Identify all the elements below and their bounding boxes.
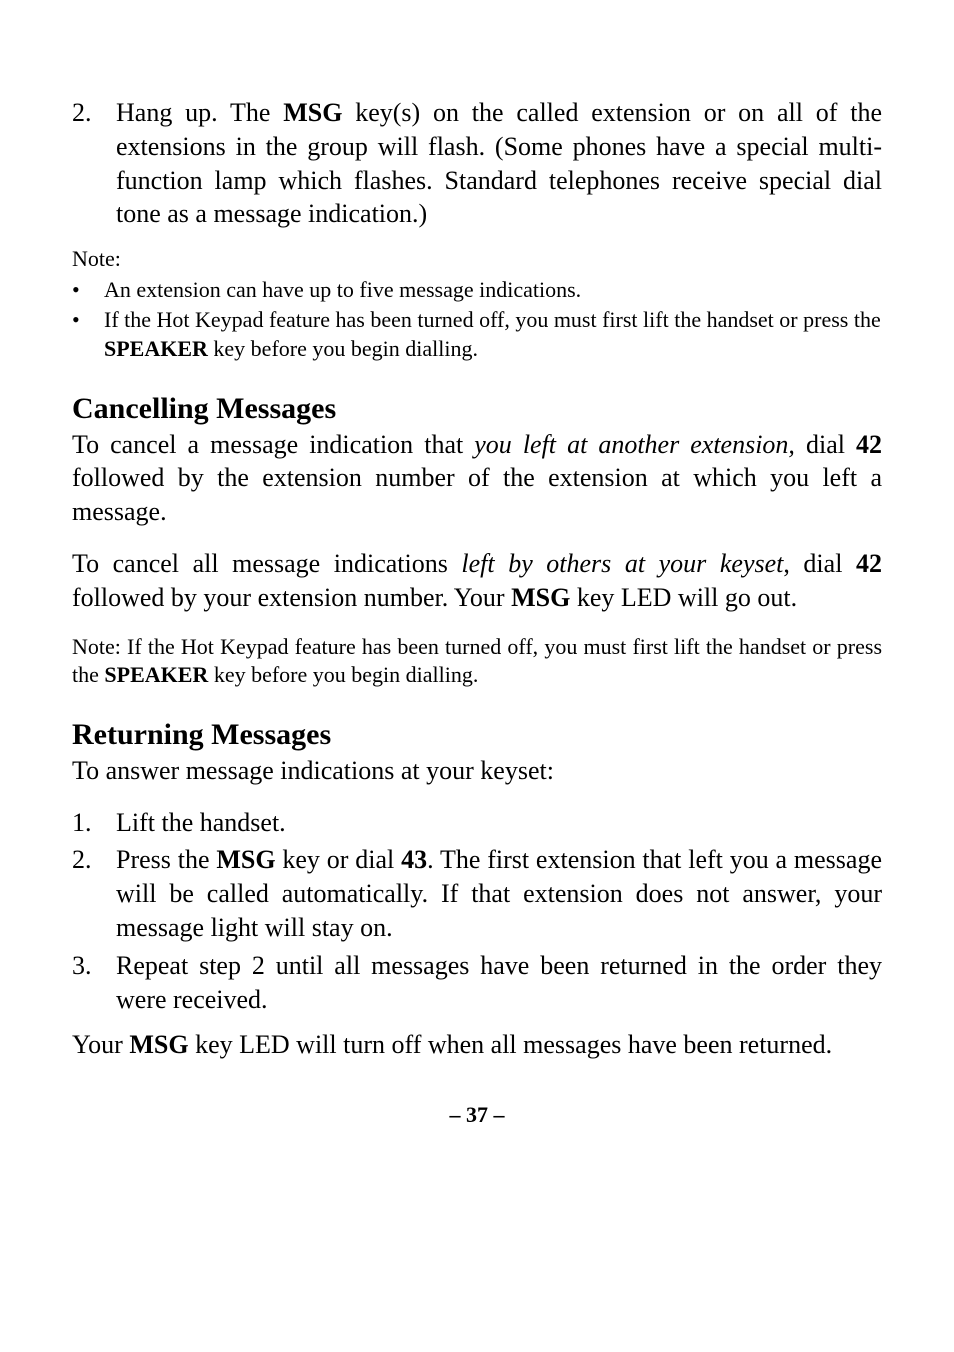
text: key xyxy=(570,583,621,612)
heading-returning-messages: Returning Messages xyxy=(72,718,882,752)
dial-code: 43 xyxy=(401,845,427,874)
text: will go out. xyxy=(671,583,797,612)
text: followed by the extension number of the … xyxy=(72,463,882,526)
paragraph: Your MSG key LED will turn off when all … xyxy=(72,1028,882,1062)
list-body: Repeat step 2 until all messages have be… xyxy=(116,949,882,1017)
bullet-icon: • xyxy=(72,306,104,363)
list-body: Hang up. The MSG key(s) on the called ex… xyxy=(116,96,882,231)
speaker-key-label: SPEAKER xyxy=(104,662,208,687)
paragraph: To cancel all message indications left b… xyxy=(72,547,882,615)
text: If the Hot Keypad feature has been turne… xyxy=(104,307,881,332)
intro-paragraph: To answer message indications at your ke… xyxy=(72,754,882,788)
list-number: 2. xyxy=(72,843,116,944)
speaker-key-label: SPEAKER xyxy=(104,336,208,361)
msg-key-label: MSG xyxy=(283,98,342,127)
note-paragraph: Note: If the Hot Keypad feature has been… xyxy=(72,633,882,690)
list-body: Press the MSG key or dial 43. The first … xyxy=(116,843,882,944)
text: dial xyxy=(795,430,856,459)
bullet-icon: • xyxy=(72,276,104,305)
list-item-step-2: 2. Press the MSG key or dial 43. The fir… xyxy=(72,843,882,944)
note-bullet-2: • If the Hot Keypad feature has been tur… xyxy=(72,306,882,363)
list-body: Lift the handset. xyxy=(116,806,882,840)
text: key or dial xyxy=(276,845,402,874)
dial-code: 42 xyxy=(856,430,882,459)
text: will turn off when all messages have bee… xyxy=(290,1030,832,1059)
list-number: 1. xyxy=(72,806,116,840)
list-number: 2. xyxy=(72,96,116,231)
text: To cancel all message indications xyxy=(72,549,461,578)
note-label: Note: xyxy=(72,245,882,274)
list-item-step-1: 1. Lift the handset. xyxy=(72,806,882,840)
italic-text: you left at another extension, xyxy=(474,430,795,459)
text: Hang up. The xyxy=(116,98,283,127)
text: , dial xyxy=(783,549,856,578)
page-number: – 37 – xyxy=(72,1102,882,1128)
paragraph: To cancel a message indication that you … xyxy=(72,428,882,529)
heading-cancelling-messages: Cancelling Messages xyxy=(72,392,882,426)
note-bullet-1: • An extension can have up to five messa… xyxy=(72,276,882,305)
text: Your xyxy=(72,1030,129,1059)
led-label: LED xyxy=(621,583,672,612)
text: To cancel a message indication that xyxy=(72,430,474,459)
msg-key-label: MSG xyxy=(511,583,570,612)
list-item-step-2: 2. Hang up. The MSG key(s) on the called… xyxy=(72,96,882,231)
note-text: An extension can have up to five message… xyxy=(104,276,882,305)
note-text: If the Hot Keypad feature has been turne… xyxy=(104,306,882,363)
document-page: 2. Hang up. The MSG key(s) on the called… xyxy=(0,0,954,1352)
text: Press the xyxy=(116,845,216,874)
italic-text: left by others at your keyset xyxy=(461,549,783,578)
led-label: LED xyxy=(239,1030,290,1059)
msg-key-label: MSG xyxy=(129,1030,188,1059)
text: key xyxy=(189,1030,240,1059)
list-item-step-3: 3. Repeat step 2 until all messages have… xyxy=(72,949,882,1017)
msg-key-label: MSG xyxy=(216,845,275,874)
list-number: 3. xyxy=(72,949,116,1017)
text: key before you begin dialling. xyxy=(208,336,478,361)
dial-code: 42 xyxy=(856,549,882,578)
text: key before you begin dialling. xyxy=(208,662,478,687)
text: followed by your extension number. Your xyxy=(72,583,511,612)
